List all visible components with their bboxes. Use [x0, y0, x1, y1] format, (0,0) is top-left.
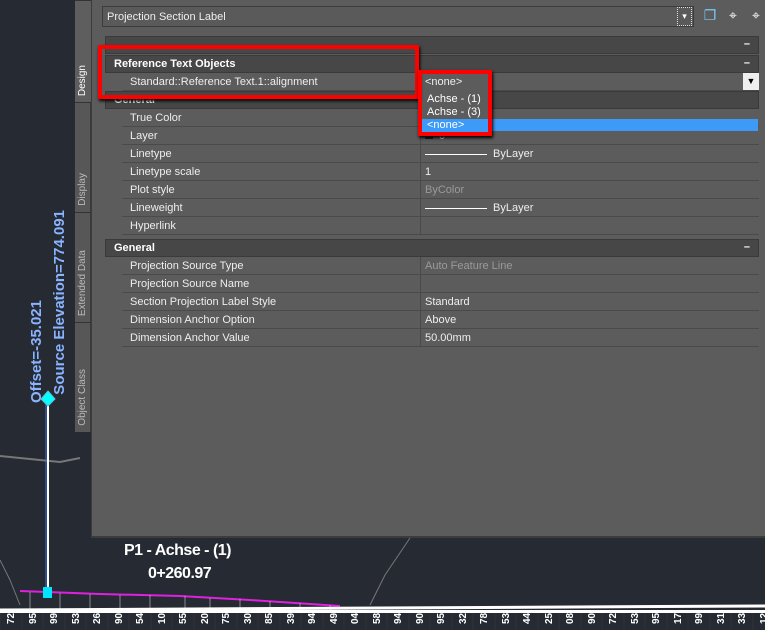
property-value[interactable]	[421, 275, 759, 292]
property-value[interactable]: 50.00mm	[421, 329, 759, 346]
station-tick-label: 95	[21, 613, 43, 630]
station-tick-label: 58	[365, 613, 387, 630]
station-ticks: 72 95 99 53 26 90 54 10 55 20 75 30 85 39 94 49 04 58 94 90…	[0, 610, 765, 630]
add-selection-icon[interactable]: ❐	[702, 7, 718, 23]
property-row[interactable]: Projection Source Type Auto Feature Line	[122, 257, 759, 275]
property-label: Projection Source Name	[122, 275, 421, 292]
station-tick-label: 90	[580, 613, 602, 630]
station-tick-label: 04	[344, 613, 366, 630]
station-tick-label: 99	[688, 613, 710, 630]
property-label: True Color	[122, 109, 421, 126]
station-tick-label: 94	[301, 613, 323, 630]
property-label: Dimension Anchor Option	[122, 311, 421, 328]
profile-line	[19, 590, 341, 607]
object-type-select[interactable]: Projection Section Label	[102, 6, 694, 27]
terrain-line-left	[0, 559, 21, 606]
property-row[interactable]: Linetype scale 1	[122, 163, 759, 181]
property-label: Dimension Anchor Value	[122, 329, 421, 346]
station-tick-label: 94	[387, 613, 409, 630]
property-row[interactable]: Lineweight ByLayer	[122, 199, 759, 217]
tab-display[interactable]: Display	[75, 102, 91, 212]
station-tick-label: 54	[129, 613, 151, 630]
station-tick-label: 72	[602, 613, 624, 630]
property-row[interactable]: Section Projection Label Style Standard	[122, 293, 759, 311]
property-value[interactable]: 1	[421, 163, 759, 180]
line-sample	[425, 207, 487, 209]
property-value[interactable]: Auto Feature Line	[421, 257, 759, 274]
station-tick-label: 08	[559, 613, 581, 630]
station-tick-label: 95	[645, 613, 667, 630]
property-row[interactable]: Projection Source Name	[122, 275, 759, 293]
chevron-down-icon[interactable]: ▾	[677, 7, 692, 26]
annotation-box-reference	[98, 45, 419, 99]
property-value[interactable]: Standard	[421, 293, 759, 310]
chevron-down-icon[interactable]: ▼	[743, 73, 759, 90]
section-label-name: P1 - Achse - (1)	[124, 542, 232, 559]
property-label: Projection Source Type	[122, 257, 421, 274]
station-tick-label: 10	[150, 613, 172, 630]
station-tick-label: 31	[709, 613, 731, 630]
station-tick-label: 90	[107, 613, 129, 630]
station-tick-label: 99	[43, 613, 65, 630]
grip-square	[43, 587, 52, 598]
property-row[interactable]: Dimension Anchor Option Above	[122, 311, 759, 329]
property-label: Layer	[122, 127, 421, 144]
station-tick-label: 53	[623, 613, 645, 630]
annotation-box-dropdown	[418, 70, 492, 136]
quick-select-icon[interactable]: ⌖	[748, 7, 764, 23]
station-tick-label: 55	[172, 613, 194, 630]
station-tick-label: 72	[0, 613, 22, 630]
station-tick-label: 39	[279, 613, 301, 630]
property-row[interactable]: Hyperlink	[122, 217, 759, 235]
property-label: Hyperlink	[122, 217, 421, 234]
station-tick-label: 20	[193, 613, 215, 630]
station-tick-label: 85	[258, 613, 280, 630]
palette-tabs: Design Display Extended Data Object Clas…	[75, 0, 91, 432]
offset-label: Offset=-35.021	[28, 300, 45, 403]
property-label: Linetype scale	[122, 163, 421, 180]
station-tick-label: 53	[494, 613, 516, 630]
property-label: Linetype	[122, 145, 421, 162]
station-tick-label: 95	[430, 613, 452, 630]
property-value[interactable]: ByLayer	[421, 145, 759, 162]
tab-extended-data[interactable]: Extended Data	[75, 212, 91, 322]
line-sample	[425, 153, 487, 155]
station-tick-label: 12	[752, 613, 765, 630]
property-row[interactable]: Linetype ByLayer	[122, 145, 759, 163]
station-tick-label: 78	[473, 613, 495, 630]
station-tick-label: 26	[86, 613, 108, 630]
property-value[interactable]: ByColor	[421, 181, 759, 198]
property-value[interactable]	[421, 217, 759, 234]
tab-object-class[interactable]: Object Class	[75, 322, 91, 432]
station-tick-label: 90	[408, 613, 430, 630]
property-row[interactable]: Dimension Anchor Value 50.00mm	[122, 329, 759, 347]
station-tick-label: 44	[516, 613, 538, 630]
pick-object-icon[interactable]: ⌖	[725, 7, 741, 23]
station-tick-label: 49	[322, 613, 344, 630]
property-value[interactable]: Above	[421, 311, 759, 328]
terrain-line-right	[369, 537, 411, 606]
station-tick-label: 17	[666, 613, 688, 630]
station-tick-label: 33	[731, 613, 753, 630]
station-tick-label: 32	[451, 613, 473, 630]
section-header-general-2[interactable]: General –	[105, 239, 759, 257]
property-label: Section Projection Label Style	[122, 293, 421, 310]
station-tick-label: 53	[64, 613, 86, 630]
terrain-line	[0, 455, 81, 464]
tab-design[interactable]: Design	[75, 0, 91, 102]
property-row[interactable]: Plot style ByColor	[122, 181, 759, 199]
station-tick-label: 75	[215, 613, 237, 630]
section-label-station: 0+260.97	[148, 565, 212, 582]
station-tick-label: 25	[537, 613, 559, 630]
property-value[interactable]: ByLayer	[421, 199, 759, 216]
elevation-label: Source Elevation=774.091	[51, 210, 68, 395]
property-label: Lineweight	[122, 199, 421, 216]
station-tick-label: 30	[236, 613, 258, 630]
property-label: Plot style	[122, 181, 421, 198]
